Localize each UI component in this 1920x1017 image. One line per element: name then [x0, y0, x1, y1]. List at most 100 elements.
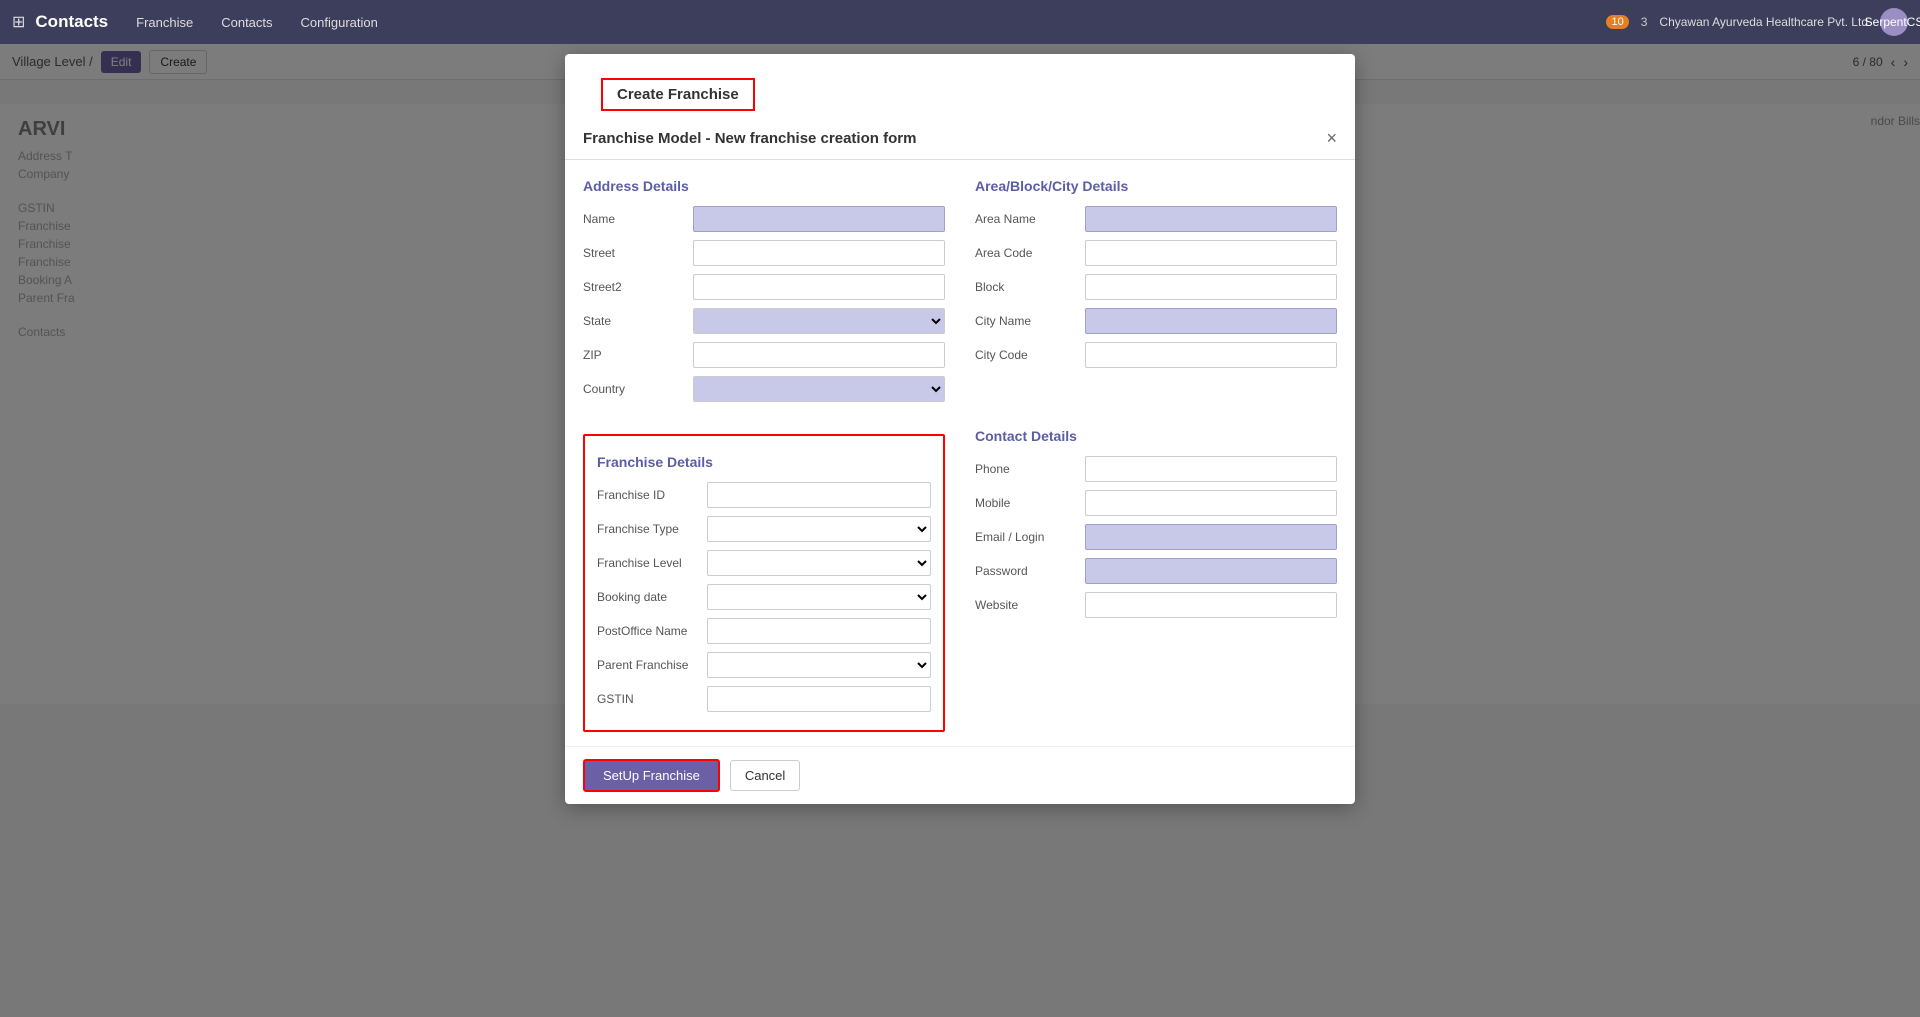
- block-input[interactable]: [1085, 274, 1337, 300]
- website-label: Website: [975, 598, 1085, 612]
- mobile-input[interactable]: [1085, 490, 1337, 516]
- website-input[interactable]: [1085, 592, 1337, 618]
- address-street-row: Street: [583, 240, 945, 266]
- nav-menu: Franchise Contacts Configuration: [132, 13, 382, 32]
- gstin-input[interactable]: [707, 686, 931, 712]
- address-country-row: Country: [583, 376, 945, 402]
- city-code-label: City Code: [975, 348, 1085, 362]
- area-name-label: Area Name: [975, 212, 1085, 226]
- franchise-level-select[interactable]: [707, 550, 931, 576]
- address-name-row: Name: [583, 206, 945, 232]
- booking-date-row: Booking date: [597, 584, 931, 610]
- address-zip-row: ZIP: [583, 342, 945, 368]
- booking-date-select[interactable]: [707, 584, 931, 610]
- franchise-type-row: Franchise Type: [597, 516, 931, 542]
- mobile-label: Mobile: [975, 496, 1085, 510]
- create-franchise-label: Create Franchise: [617, 86, 739, 103]
- cancel-button[interactable]: Cancel: [730, 760, 800, 791]
- mobile-row: Mobile: [975, 490, 1337, 516]
- franchise-type-label: Franchise Type: [597, 522, 707, 536]
- address-section: Address Details Name Street Street2: [583, 170, 945, 410]
- area-section: Area/Block/City Details Area Name Area C…: [975, 170, 1337, 410]
- city-code-input[interactable]: [1085, 342, 1337, 368]
- contact-section-title: Contact Details: [975, 428, 1337, 444]
- postoffice-name-row: PostOffice Name: [597, 618, 931, 644]
- website-row: Website: [975, 592, 1337, 618]
- city-name-label: City Name: [975, 314, 1085, 328]
- address-street2-input[interactable]: [693, 274, 945, 300]
- parent-franchise-select[interactable]: [707, 652, 931, 678]
- password-label: Password: [975, 564, 1085, 578]
- grid-icon: ⊞: [12, 12, 25, 32]
- modal-footer: SetUp Franchise Cancel: [565, 746, 1355, 804]
- block-row: Block: [975, 274, 1337, 300]
- gstin-row: GSTIN: [597, 686, 931, 712]
- area-code-input[interactable]: [1085, 240, 1337, 266]
- address-street-label: Street: [583, 246, 693, 260]
- address-state-select[interactable]: [693, 308, 945, 334]
- company-name[interactable]: Chyawan Ayurveda Healthcare Pvt. Ltd: [1659, 15, 1868, 29]
- nav-franchise[interactable]: Franchise: [132, 13, 197, 32]
- phone-row: Phone: [975, 456, 1337, 482]
- setup-franchise-button[interactable]: SetUp Franchise: [583, 759, 720, 792]
- franchise-section-title: Franchise Details: [597, 454, 931, 470]
- address-zip-label: ZIP: [583, 348, 693, 362]
- city-name-input[interactable]: [1085, 308, 1337, 334]
- franchise-level-label: Franchise Level: [597, 556, 707, 570]
- modal: Create Franchise Franchise Model - New f…: [565, 54, 1355, 804]
- address-section-title: Address Details: [583, 178, 945, 194]
- navbar: ⊞ Contacts Franchise Contacts Configurat…: [0, 0, 1920, 44]
- address-name-label: Name: [583, 212, 693, 226]
- email-input[interactable]: [1085, 524, 1337, 550]
- booking-date-label: Booking date: [597, 590, 707, 604]
- franchise-id-row: Franchise ID: [597, 482, 931, 508]
- user-count-badge: 3: [1641, 15, 1648, 29]
- area-code-label: Area Code: [975, 246, 1085, 260]
- address-zip-input[interactable]: [693, 342, 945, 368]
- nav-contacts[interactable]: Contacts: [217, 13, 276, 32]
- city-name-row: City Name: [975, 308, 1337, 334]
- block-label: Block: [975, 280, 1085, 294]
- address-street2-row: Street2: [583, 274, 945, 300]
- address-street-input[interactable]: [693, 240, 945, 266]
- address-country-label: Country: [583, 382, 693, 396]
- postoffice-name-input[interactable]: [707, 618, 931, 644]
- notification-badge[interactable]: 10: [1606, 15, 1628, 29]
- phone-label: Phone: [975, 462, 1085, 476]
- modal-overlay: Create Franchise Franchise Model - New f…: [0, 44, 1920, 1017]
- franchise-id-input[interactable]: [707, 482, 931, 508]
- email-row: Email / Login: [975, 524, 1337, 550]
- area-name-input[interactable]: [1085, 206, 1337, 232]
- phone-input[interactable]: [1085, 456, 1337, 482]
- city-code-row: City Code: [975, 342, 1337, 368]
- user-avatar[interactable]: SerpentCS: [1880, 8, 1908, 36]
- parent-franchise-label: Parent Franchise: [597, 658, 707, 672]
- address-street2-label: Street2: [583, 280, 693, 294]
- app-title: Contacts: [35, 12, 108, 32]
- modal-close-button[interactable]: ×: [1326, 129, 1337, 147]
- franchise-level-row: Franchise Level: [597, 550, 931, 576]
- franchise-id-label: Franchise ID: [597, 488, 707, 502]
- franchise-type-select[interactable]: [707, 516, 931, 542]
- address-state-label: State: [583, 314, 693, 328]
- create-franchise-header: Create Franchise: [601, 78, 755, 111]
- nav-configuration[interactable]: Configuration: [297, 13, 382, 32]
- gstin-label: GSTIN: [597, 692, 707, 706]
- area-code-row: Area Code: [975, 240, 1337, 266]
- modal-body: Address Details Name Street Street2: [565, 160, 1355, 746]
- modal-title: Franchise Model - New franchise creation…: [583, 130, 916, 147]
- address-state-row: State: [583, 308, 945, 334]
- address-country-select[interactable]: [693, 376, 945, 402]
- email-label: Email / Login: [975, 530, 1085, 544]
- franchise-section-wrapper: Franchise Details Franchise ID Franchise…: [583, 420, 945, 732]
- navbar-right: 10 3 Chyawan Ayurveda Healthcare Pvt. Lt…: [1606, 8, 1908, 36]
- password-input[interactable]: [1085, 558, 1337, 584]
- area-name-row: Area Name: [975, 206, 1337, 232]
- bottom-sections: Franchise Details Franchise ID Franchise…: [583, 420, 1337, 732]
- postoffice-name-label: PostOffice Name: [597, 624, 707, 638]
- top-sections: Address Details Name Street Street2: [583, 170, 1337, 410]
- address-name-input[interactable]: [693, 206, 945, 232]
- parent-franchise-row: Parent Franchise: [597, 652, 931, 678]
- modal-header: Franchise Model - New franchise creation…: [565, 117, 1355, 160]
- contact-section: Contact Details Phone Mobile Email / Log…: [975, 420, 1337, 732]
